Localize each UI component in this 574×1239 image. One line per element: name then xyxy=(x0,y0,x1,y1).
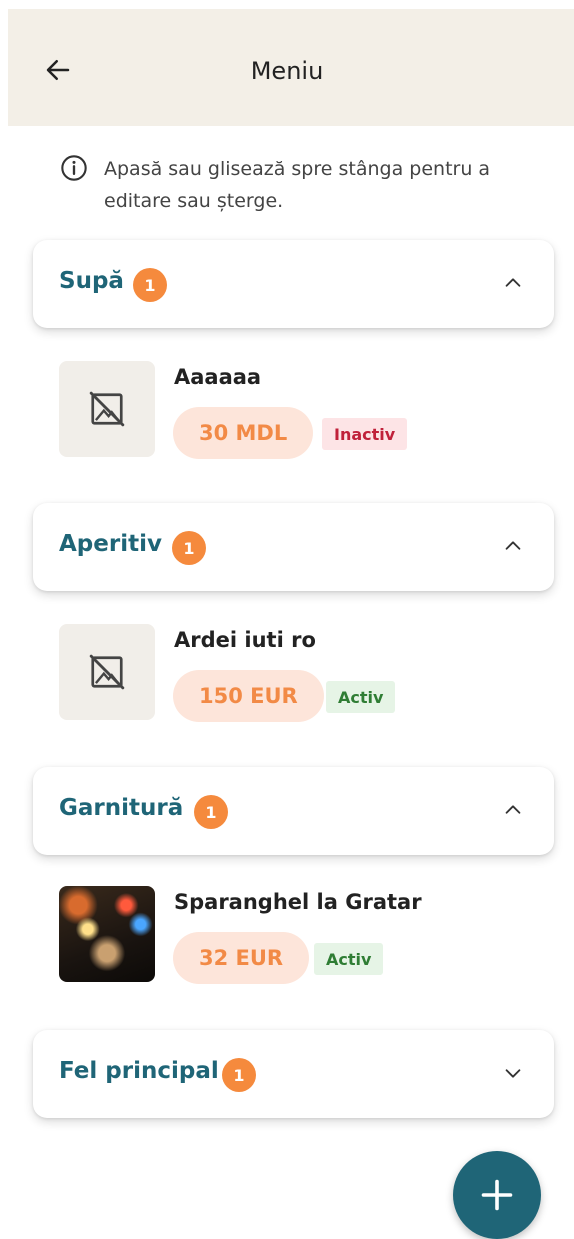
item-image xyxy=(59,624,155,720)
menu-item-aaaaaa[interactable]: Aaaaaa 30 MDL Inactiv xyxy=(59,361,519,461)
category-title: Supă xyxy=(59,268,124,294)
status-badge: Inactiv xyxy=(322,418,408,450)
plus-icon xyxy=(481,1179,513,1211)
chevron-up-icon xyxy=(505,278,521,287)
item-image xyxy=(59,361,155,457)
page-title: Meniu xyxy=(250,57,324,85)
chevron-up-icon xyxy=(505,541,521,550)
item-name: Ardei iuti ro xyxy=(174,628,316,652)
hint-message: Apasă sau glisează spre stânga pentru a … xyxy=(60,153,530,217)
menu-item-ardei-iuti-ro[interactable]: Ardei iuti ro 150 EUR Activ xyxy=(59,624,519,724)
menu-item-sparanghel-la-gratar[interactable]: Sparanghel la Gratar 32 EUR Activ xyxy=(59,886,519,986)
item-price: 150 EUR xyxy=(173,670,324,722)
count-badge: 1 xyxy=(172,531,206,565)
hint-text: Apasă sau glisează spre stânga pentru a … xyxy=(104,158,491,212)
chevron-up-icon xyxy=(505,805,521,814)
status-badge: Activ xyxy=(314,943,384,975)
category-header-garnitura[interactable]: Garnitură 1 xyxy=(33,767,554,855)
item-name: Sparanghel la Gratar xyxy=(174,890,422,914)
category-title: Aperitiv xyxy=(59,531,162,557)
status-badge: Activ xyxy=(326,681,396,713)
count-badge: 1 xyxy=(133,268,167,302)
count-badge: 1 xyxy=(194,795,228,829)
item-price: 32 EUR xyxy=(173,932,310,984)
info-icon xyxy=(61,155,87,181)
add-button[interactable] xyxy=(453,1151,541,1239)
category-header-supa[interactable]: Supă 1 xyxy=(33,240,554,328)
count-badge: 1 xyxy=(222,1058,256,1092)
category-header-fel-principal[interactable]: Fel principal 1 xyxy=(33,1030,554,1118)
category-title: Garnitură xyxy=(59,795,184,821)
item-name: Aaaaaa xyxy=(174,365,262,389)
item-price: 30 MDL xyxy=(173,407,314,459)
chevron-down-icon xyxy=(505,1069,521,1078)
item-photo xyxy=(59,886,155,982)
no-image-icon xyxy=(89,654,125,690)
category-header-aperitiv[interactable]: Aperitiv 1 xyxy=(33,503,554,591)
no-image-icon xyxy=(89,391,125,427)
category-title: Fel principal xyxy=(59,1058,219,1084)
